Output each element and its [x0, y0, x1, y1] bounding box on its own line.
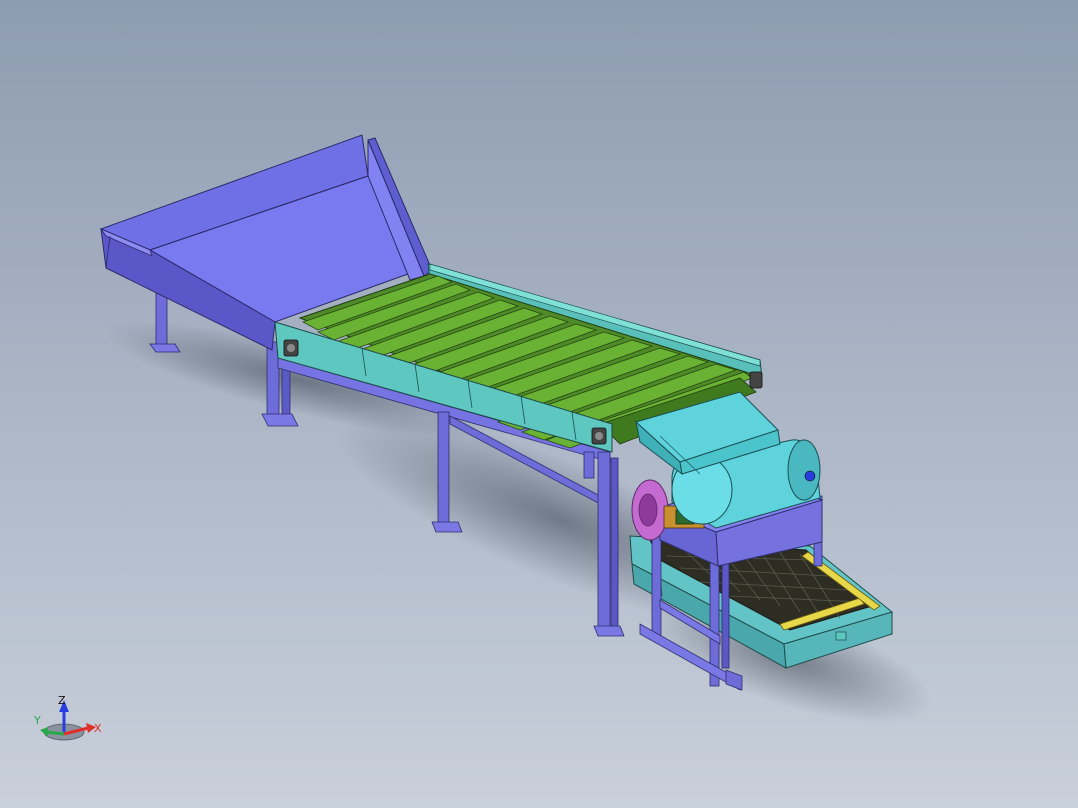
x-axis-label: X — [94, 722, 102, 735]
y-axis-arrow — [40, 727, 48, 737]
cad-viewport[interactable]: Z X Y — [0, 0, 1078, 808]
bearing-block — [749, 371, 763, 389]
axis-triad[interactable]: Z X Y — [33, 694, 102, 741]
cad-model-view: Z X Y — [33, 134, 934, 741]
crusher-unit — [631, 391, 824, 567]
y-axis — [45, 730, 65, 736]
y-axis-label: Y — [33, 714, 41, 727]
z-axis-label: Z — [58, 694, 66, 707]
